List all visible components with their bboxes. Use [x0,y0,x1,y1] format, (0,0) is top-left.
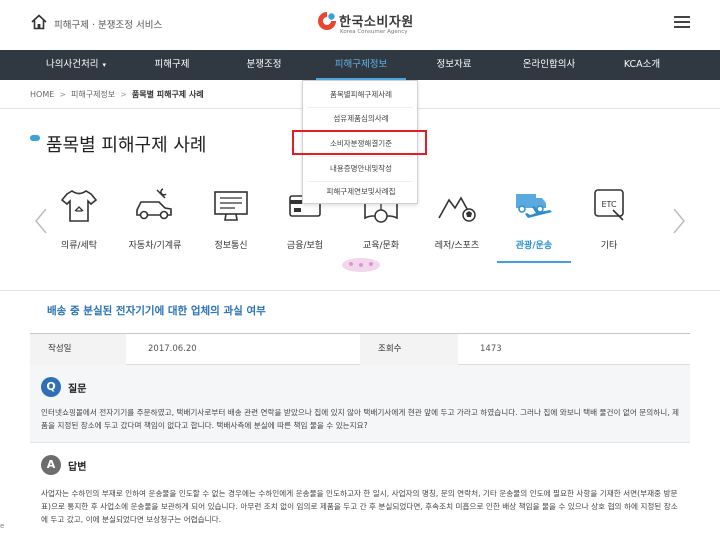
category-clothing[interactable]: 의류/세탁 [42,186,116,262]
section-divider [0,290,720,291]
question-label: 질문 [68,384,87,395]
top-header: 피해구제 · 분쟁조정 서비스 한국소비자원 Korea Consumer Ag… [0,0,720,50]
answer-label: 답변 [68,462,87,473]
question-text: 인터넷쇼핑몰에서 전자기기를 주문하였고, 택배기사로부터 배송 관련 연락을 … [41,408,680,430]
kca-logo[interactable]: 한국소비자원 Korea Consumer Agency [316,10,436,40]
monitor-icon [214,191,248,221]
breadcrumb: HOME > 피해구제정보 > 품목별 피해구제 사례 [30,90,204,99]
question-badge-icon: Q [41,377,61,397]
hamburger-icon[interactable] [674,16,690,30]
views-label: 조회수 [360,334,458,365]
category-etc[interactable]: ETC 기타 [572,186,646,262]
dropdown-item-annual-report[interactable]: 피해구제연보및사례집 [303,180,419,204]
question-block: Q 질문 인터넷쇼핑몰에서 전자기기를 주문하였고, 택배기사로부터 배송 관련… [30,365,690,443]
mountain-ball-icon [438,196,476,222]
logo-mark-icon [318,12,336,30]
car-wrench-icon [136,188,172,220]
highlight-box [292,130,427,155]
nav-item-info-materials[interactable]: 정보자료 [412,50,496,80]
nav-item-kca-intro[interactable]: KCA소개 [600,50,684,80]
dropdown-item-case-by-item[interactable]: 품목별피해구제사례 [303,83,419,107]
shirt-icon [60,190,98,222]
etc-sign-icon: ETC [594,189,624,221]
svg-text:ETC: ETC [601,200,616,209]
breadcrumb-current: 품목별 피해구제 사례 [131,90,204,99]
nav-item-damage-relief[interactable]: 피해구제 [130,50,214,80]
breadcrumb-home[interactable]: HOME [30,90,54,99]
date-value: 2017.06.20 [148,344,197,354]
answer-block: A 답변 사업자는 수하인의 부재로 인하여 운송물을 인도할 수 없는 경우에… [30,443,690,534]
edge-tag: e [0,522,5,530]
logo-text-en: Korea Consumer Agency [340,29,408,35]
answer-badge-icon: A [41,455,61,475]
truck-plane-icon [516,194,552,218]
home-icon[interactable] [30,13,48,31]
page-title: 품목별 피해구제 사례 [46,135,207,156]
title-bullet [30,135,40,141]
nav-item-dispute-mediation[interactable]: 분쟁조정 [222,50,306,80]
category-auto[interactable]: 자동차/기계류 [118,186,192,262]
dropdown-item-content-certification[interactable]: 내용증명안내및작성 [303,157,419,181]
nav-item-relief-info[interactable]: 피해구제정보 [312,50,410,80]
nav-item-online-settlement[interactable]: 온라인합의사 [504,50,594,80]
chevron-right-icon[interactable] [672,208,686,234]
cat-sticker-icon [342,258,380,272]
category-leisure[interactable]: 레저/스포츠 [420,186,494,262]
views-value: 1473 [480,344,502,354]
category-travel[interactable]: 관광/운송 [497,186,571,263]
service-label: 피해구제 · 분쟁조정 서비스 [54,20,163,31]
main-nav: 나의사건처리 ▾ 피해구제 분쟁조정 피해구제정보 정보자료 온라인합의사 KCA… [0,50,720,80]
article-title: 배송 중 분실된 전자기기에 대한 업체의 과실 여부 [47,305,266,317]
date-label: 작성일 [30,334,126,365]
answer-text: 사업자는 수하인의 부재로 인하여 운송물을 인도할 수 없는 경우에는 수하인… [41,489,678,524]
breadcrumb-level1[interactable]: 피해구제정보 [71,90,115,99]
dropdown-item-textile-review[interactable]: 섬유제품심의사례 [303,107,419,131]
article-meta: 작성일 2017.06.20 조회수 1473 [30,333,690,365]
chevron-down-icon: ▾ [102,61,106,69]
category-telecom[interactable]: 정보통신 [194,186,268,262]
nav-item-my-case[interactable]: 나의사건처리 ▾ [30,50,122,80]
logo-text-ko: 한국소비자원 [339,15,414,30]
